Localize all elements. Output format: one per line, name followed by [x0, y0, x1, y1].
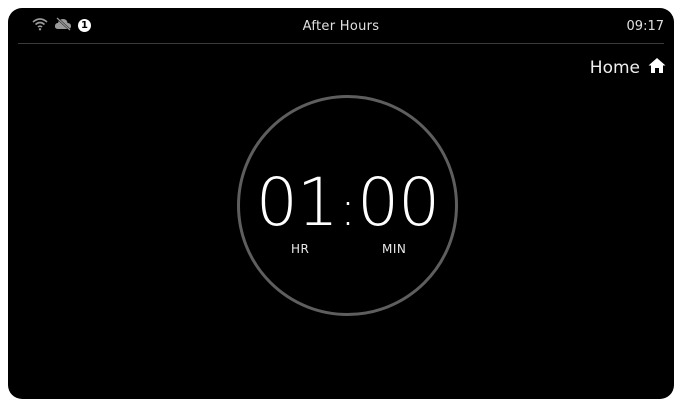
screen-title: After Hours — [302, 19, 380, 34]
timer-minutes[interactable]: 00 — [357, 168, 440, 238]
home-button[interactable]: Home — [590, 57, 666, 79]
home-label: Home — [589, 58, 640, 78]
clock-time: 09:17 — [626, 19, 664, 34]
hours-unit-label: HR — [291, 242, 310, 256]
device-screen: 1 After Hours 09:17 Home 01:00 HR MIN — [8, 8, 674, 399]
minutes-unit-label: MIN — [382, 242, 407, 256]
status-bar: 1 After Hours 09:17 — [8, 8, 674, 42]
status-divider — [18, 43, 664, 44]
home-icon — [648, 57, 666, 79]
timer-display[interactable]: 01:00 — [237, 168, 458, 238]
timer-separator: : — [339, 181, 356, 237]
timer-hours[interactable]: 01 — [256, 168, 339, 238]
